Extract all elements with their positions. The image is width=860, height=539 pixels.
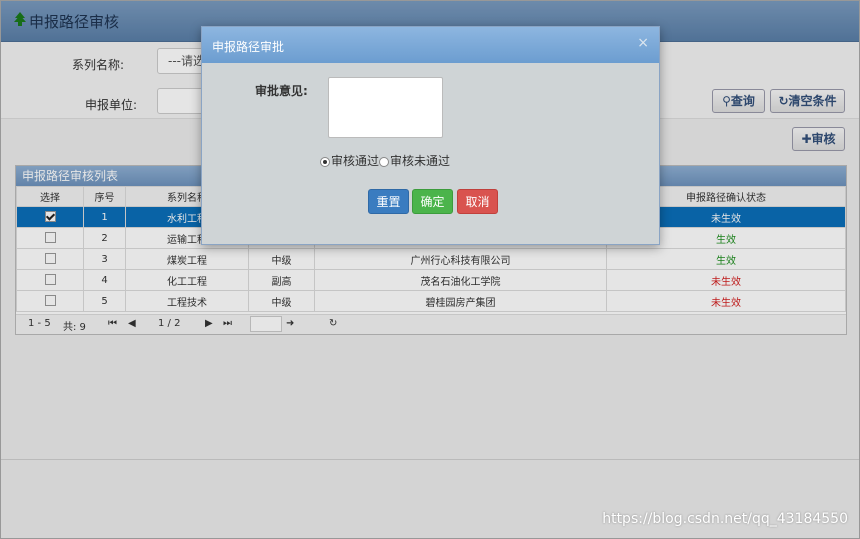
confirm-button[interactable]: 确定: [412, 189, 453, 214]
radio-pass-icon[interactable]: [320, 156, 330, 167]
radio-fail[interactable]: 审核未通过: [379, 154, 450, 168]
opinion-textarea[interactable]: [328, 77, 443, 138]
dialog-title: 申报路径审批: [212, 40, 285, 54]
opinion-label: 审批意见:: [255, 84, 308, 98]
radio-fail-icon[interactable]: [379, 156, 390, 167]
radio-pass[interactable]: 审核通过: [320, 154, 379, 168]
cancel-button[interactable]: 取消: [457, 189, 498, 214]
reset-button[interactable]: 重置: [368, 189, 409, 214]
close-icon[interactable]: ×: [637, 35, 649, 51]
watermark: https://blog.csdn.net/qq_43184550: [602, 511, 848, 527]
approval-dialog: 申报路径审批 × 审批意见: 审核通过 审核未通过 重置 确定 取消: [201, 26, 660, 245]
audit-radio-group: 审核通过 审核未通过: [320, 152, 450, 169]
dialog-header: 申报路径审批 ×: [202, 27, 659, 63]
